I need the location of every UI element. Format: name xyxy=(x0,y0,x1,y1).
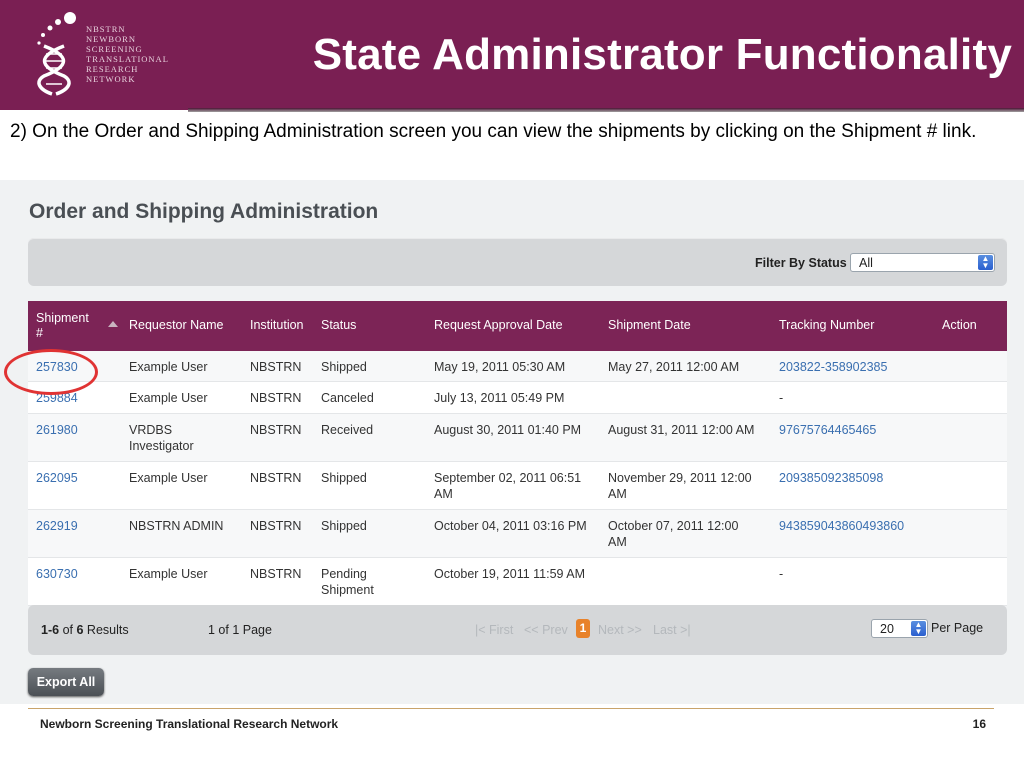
sort-ascending-icon[interactable] xyxy=(108,321,118,327)
logo-line: RESEARCH xyxy=(86,64,139,74)
results-word: Results xyxy=(86,623,129,637)
dna-logo-icon xyxy=(37,12,76,96)
shipment-date-cell: August 31, 2011 12:00 AM xyxy=(608,423,755,437)
current-page[interactable]: 1 xyxy=(576,619,590,638)
logo-line: NETWORK xyxy=(86,74,136,84)
per-page-label: Per Page xyxy=(931,621,984,635)
logo-text: NBSTRN NEWBORN SCREENING TRANSLATIONAL R… xyxy=(86,24,169,84)
shipment-link[interactable]: 261980 xyxy=(36,422,78,438)
prev-page-link[interactable]: << Prev xyxy=(524,623,568,637)
col-shipment[interactable]: Shipment # xyxy=(36,311,98,341)
footer-divider xyxy=(28,708,994,709)
approval-date-cell: August 30, 2011 01:40 PM xyxy=(434,423,582,437)
requestor-cell: Example User xyxy=(129,471,208,485)
col-approval-date[interactable]: Request Approval Date xyxy=(434,318,563,332)
approval-date-cell: May 19, 2011 05:30 AM xyxy=(434,360,566,374)
page-info: 1 of 1 Page xyxy=(208,623,272,637)
tracking-link[interactable]: 97675764465465 xyxy=(779,422,876,438)
select-arrows-icon: ▲ ▼ xyxy=(911,621,926,636)
nbstrn-logo: NBSTRN NEWBORN SCREENING TRANSLATIONAL R… xyxy=(0,0,188,110)
status-cell: Shipped xyxy=(321,471,367,485)
page-title: Order and Shipping Administration xyxy=(29,200,379,223)
instruction-text: 2) On the Order and Shipping Administrat… xyxy=(10,121,977,142)
col-action: Action xyxy=(942,318,977,332)
results-total: 6 xyxy=(76,623,84,637)
status-cell: Shipped xyxy=(321,519,367,533)
approval-date-cell: July 13, 2011 05:49 PM xyxy=(434,391,565,405)
shipment-link[interactable]: 630730 xyxy=(36,566,78,582)
per-page-select[interactable]: 20 ▲ ▼ xyxy=(871,619,928,638)
tracking-cell: - xyxy=(779,391,784,405)
table-row: 262919 NBSTRN ADMIN NBSTRN Shipped Octob… xyxy=(28,510,1007,558)
shipment-link[interactable]: 262919 xyxy=(36,518,78,534)
table-row: 630730 Example User NBSTRN Pending Shipm… xyxy=(28,558,1007,606)
logo-line: SCREENING xyxy=(86,44,143,54)
next-page-link[interactable]: Next >> xyxy=(598,623,642,637)
institution-cell: NBSTRN xyxy=(250,391,302,405)
table-header: Shipment # Requestor Name Institution St… xyxy=(28,301,1007,351)
status-cell: Received xyxy=(321,423,374,437)
results-of: of xyxy=(62,623,73,637)
col-shipment-date[interactable]: Shipment Date xyxy=(608,318,691,332)
table-row: 261980 VRDBS Investigator NBSTRN Receive… xyxy=(28,414,1007,462)
shipment-date-cell: May 27, 2011 12:00 AM xyxy=(608,360,740,374)
shipments-table: Shipment # Requestor Name Institution St… xyxy=(28,301,1007,606)
col-requestor[interactable]: Requestor Name xyxy=(129,318,224,332)
first-page-link[interactable]: |< First xyxy=(475,623,513,637)
logo-line: NEWBORN xyxy=(86,34,136,44)
highlight-circle xyxy=(4,349,98,395)
per-page-value: 20 xyxy=(880,622,894,636)
table-row: 259884 Example User NBSTRN Canceled July… xyxy=(28,382,1007,414)
status-cell: Canceled xyxy=(321,391,374,405)
filter-bar: Filter By Status All ▲ ▼ xyxy=(28,238,1007,286)
institution-cell: NBSTRN xyxy=(250,360,302,374)
requestor-cell: Example User xyxy=(129,360,208,374)
slide-header: NBSTRN NEWBORN SCREENING TRANSLATIONAL R… xyxy=(0,0,1024,110)
tracking-link[interactable]: 943859043860493860 xyxy=(779,518,904,534)
tracking-link[interactable]: 209385092385098 xyxy=(779,470,883,486)
pagination-bar: 1-6 of 6 Results 1 of 1 Page |< First <<… xyxy=(28,605,1007,655)
results-range: 1-6 xyxy=(41,623,60,637)
col-institution[interactable]: Institution xyxy=(250,318,304,332)
institution-cell: NBSTRN xyxy=(250,519,302,533)
filter-label: Filter By Status xyxy=(755,256,847,270)
results-count: 1-6 of 6 Results xyxy=(41,623,129,637)
select-arrows-icon: ▲ ▼ xyxy=(978,255,993,270)
approval-date-cell: October 19, 2011 11:59 AM xyxy=(434,567,586,581)
logo-line: NBSTRN xyxy=(86,24,126,34)
requestor-cell: Example User xyxy=(129,391,208,405)
status-filter-value: All xyxy=(859,256,873,270)
requestor-cell: VRDBS Investigator xyxy=(129,423,194,453)
institution-cell: NBSTRN xyxy=(250,423,302,437)
col-status[interactable]: Status xyxy=(321,318,356,332)
institution-cell: NBSTRN xyxy=(250,567,302,581)
shipment-link[interactable]: 262095 xyxy=(36,470,78,486)
header-divider xyxy=(188,108,1024,112)
export-all-button[interactable]: Export All xyxy=(28,668,104,696)
shipment-date-cell: October 07, 2011 12:00 AM xyxy=(608,519,739,549)
table-row: 262095 Example User NBSTRN Shipped Septe… xyxy=(28,462,1007,510)
logo-line: TRANSLATIONAL xyxy=(86,54,169,64)
last-page-link[interactable]: Last >| xyxy=(653,623,691,637)
footer-organization: Newborn Screening Translational Research… xyxy=(40,717,339,731)
col-tracking[interactable]: Tracking Number xyxy=(779,318,874,332)
status-cell: Shipped xyxy=(321,360,367,374)
tracking-link[interactable]: 203822-358902385 xyxy=(779,359,887,375)
tracking-cell: - xyxy=(779,567,784,581)
institution-cell: NBSTRN xyxy=(250,471,302,485)
approval-date-cell: September 02, 2011 06:51 AM xyxy=(434,471,582,501)
table-row: 257830 Example User NBSTRN Shipped May 1… xyxy=(28,351,1007,382)
requestor-cell: NBSTRN ADMIN xyxy=(129,519,224,533)
shipment-date-cell: November 29, 2011 12:00 AM xyxy=(608,471,752,501)
requestor-cell: Example User xyxy=(129,567,208,581)
slide-title: State Administrator Functionality xyxy=(312,30,1012,79)
app-screenshot: Order and Shipping Administration Filter… xyxy=(0,180,1024,704)
slide-number: 16 xyxy=(972,717,986,731)
status-filter-select[interactable]: All ▲ ▼ xyxy=(850,253,995,272)
approval-date-cell: October 04, 2011 03:16 PM xyxy=(434,519,587,533)
status-cell: Pending Shipment xyxy=(321,567,374,597)
